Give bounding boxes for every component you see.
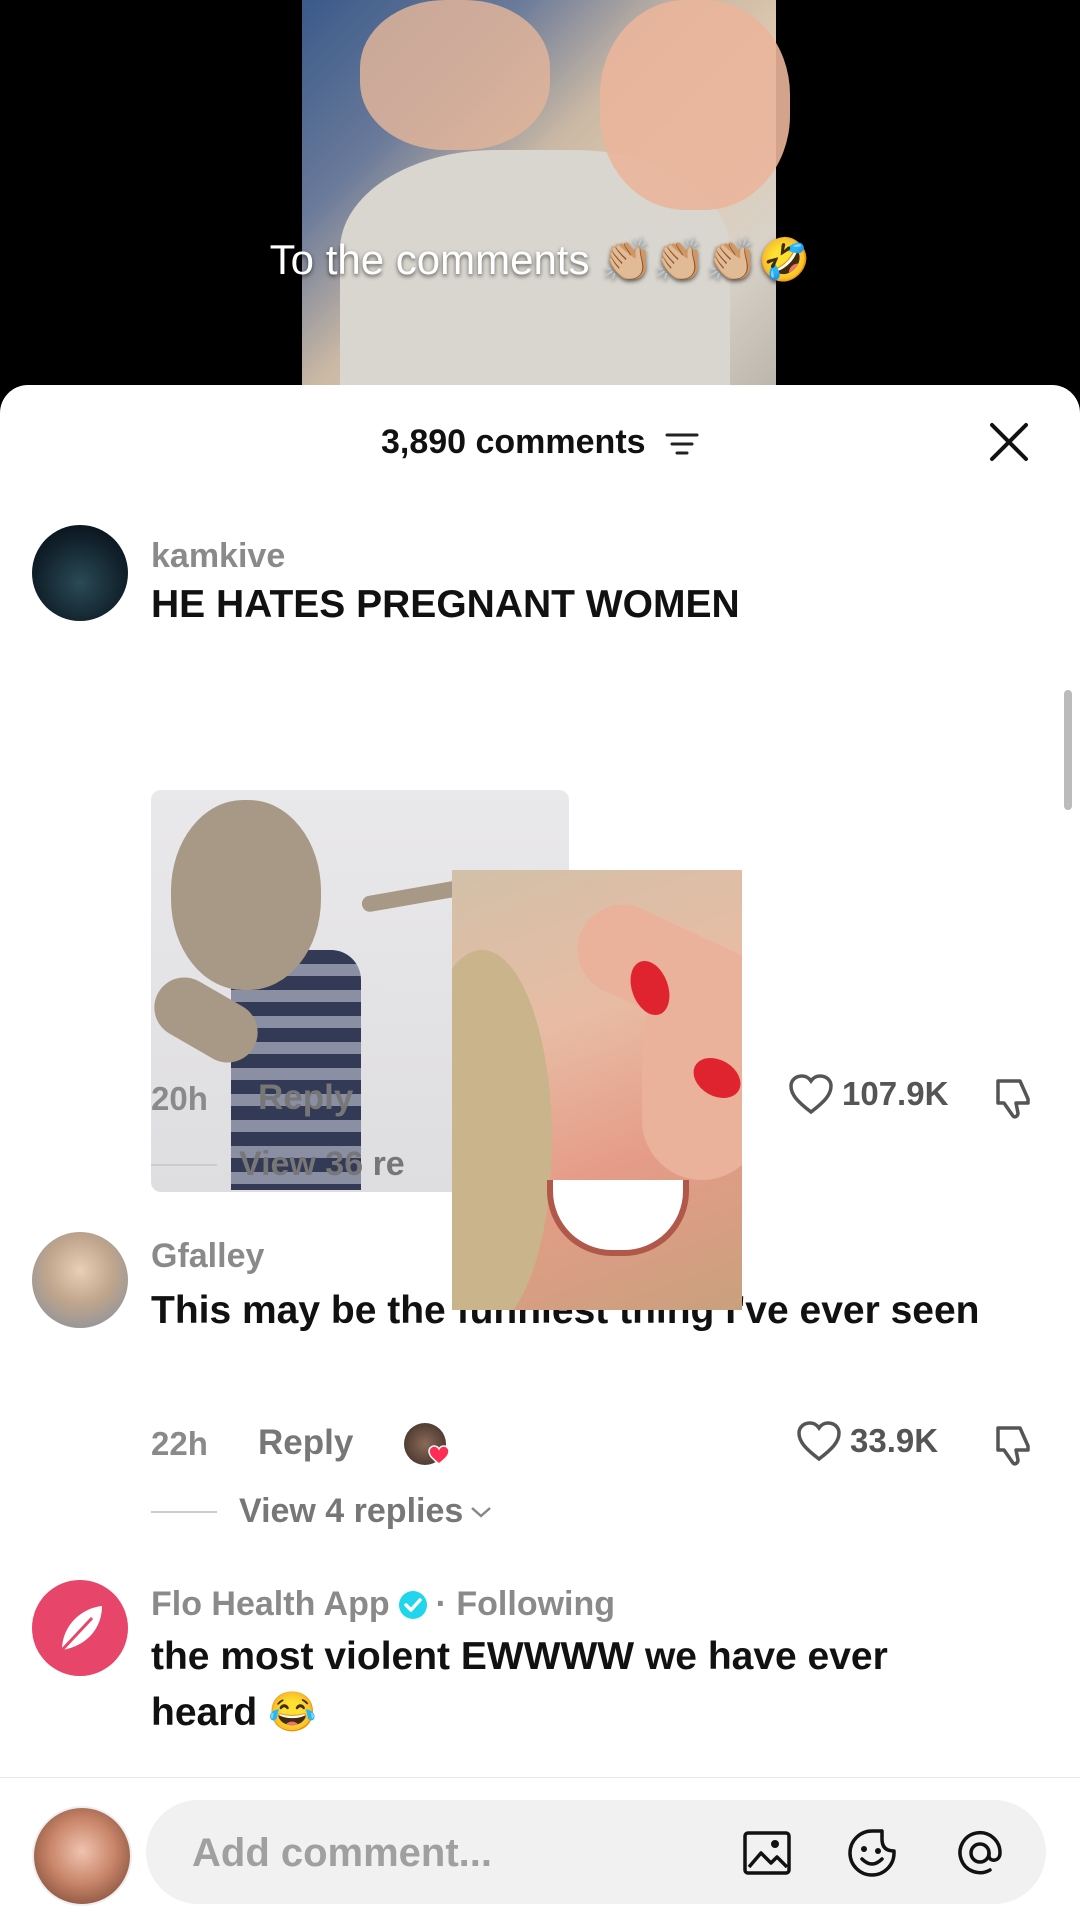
video-figure — [360, 0, 550, 150]
video-figure — [600, 0, 790, 210]
like-count: 107.9K — [842, 1075, 949, 1112]
reply-button[interactable]: Reply — [258, 1078, 353, 1118]
mention-icon[interactable] — [954, 1827, 1006, 1879]
comment-input-bar — [0, 1777, 1080, 1921]
like-button[interactable]: 33.9K — [796, 1420, 938, 1462]
comment-text: HE HATES PREGNANT WOMEN — [151, 583, 740, 626]
filter-icon[interactable] — [665, 431, 699, 457]
comment-time: 20h — [151, 1080, 208, 1117]
image-figure — [171, 800, 321, 990]
comment-count: 3,890 comments — [0, 423, 1080, 462]
following-badge: · Following — [435, 1585, 616, 1623]
chevron-down-icon — [471, 1506, 492, 1518]
overlay-figure — [547, 1180, 689, 1256]
comment-time: 22h — [151, 1425, 208, 1462]
verified-icon — [398, 1590, 427, 1619]
user-avatar[interactable] — [32, 1806, 132, 1906]
comment-username[interactable]: kamkive — [151, 537, 285, 576]
view-replies-label: View 36 re — [239, 1145, 405, 1183]
like-count: 33.9K — [850, 1422, 939, 1459]
comment-username-row: Flo Health App · Following — [151, 1585, 615, 1624]
comment-text: the most violent EWWWW we have ever hear… — [151, 1635, 888, 1734]
reply-button[interactable]: Reply — [258, 1423, 353, 1463]
avatar[interactable] — [32, 1580, 128, 1676]
comment-input-container[interactable] — [146, 1800, 1046, 1906]
camera-overlay — [452, 870, 742, 1310]
avatar[interactable] — [32, 1232, 128, 1328]
like-button[interactable]: 107.9K — [788, 1073, 948, 1115]
dislike-icon[interactable] — [990, 1075, 1036, 1121]
view-replies-label: View 4 replies — [239, 1492, 464, 1530]
close-icon[interactable] — [988, 421, 1030, 463]
divider — [151, 1163, 217, 1166]
video-caption: To the comments 👏🏼👏🏼👏🏼🤣 — [269, 236, 811, 283]
heart-icon — [797, 1421, 841, 1462]
emoji-icon[interactable] — [846, 1827, 898, 1879]
dislike-icon[interactable] — [990, 1422, 1036, 1468]
comment-username[interactable]: Flo Health App — [151, 1585, 390, 1624]
comment-count-label: 3,890 comments — [380, 423, 646, 461]
creator-liked-avatar — [404, 1423, 450, 1465]
image-icon[interactable] — [741, 1827, 793, 1879]
scrollbar[interactable] — [1064, 690, 1072, 810]
divider — [151, 1510, 217, 1513]
comment-username[interactable]: Gfalley — [151, 1237, 264, 1276]
view-replies-button[interactable]: View 36 re — [151, 1145, 405, 1184]
comment-input[interactable] — [190, 1800, 714, 1906]
overlay-figure — [452, 950, 552, 1310]
comments-header: 3,890 comments — [0, 385, 1080, 495]
heart-icon — [789, 1074, 833, 1115]
avatar[interactable] — [32, 525, 128, 621]
view-replies-button[interactable]: View 4 replies — [151, 1492, 493, 1531]
video-player[interactable]: To the comments 👏🏼👏🏼👏🏼🤣 — [0, 0, 1080, 400]
feather-icon — [60, 1606, 102, 1652]
heart-icon — [428, 1445, 450, 1465]
